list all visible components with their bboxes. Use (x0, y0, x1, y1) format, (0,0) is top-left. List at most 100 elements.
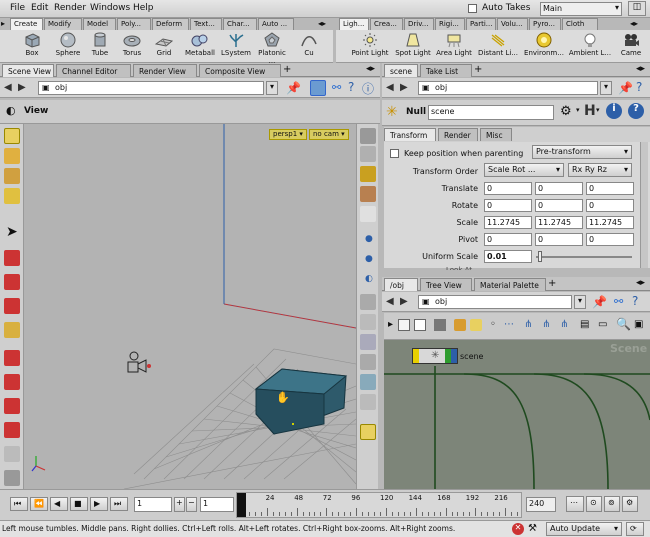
rotate-tool-icon[interactable] (4, 274, 20, 290)
hdk-dropdown-icon[interactable]: ▾ (596, 106, 600, 114)
info-icon[interactable]: ⓘ (362, 80, 374, 97)
pivot-y-field[interactable]: 0 (535, 233, 583, 246)
tool-lsystem[interactable]: LSystem (218, 32, 254, 57)
tool-distant-light[interactable]: Distant Li... (476, 32, 520, 57)
node-info-icon[interactable]: i (606, 103, 622, 119)
tool-point-light[interactable]: Point Light (348, 32, 392, 57)
ghost-icon[interactable] (360, 206, 376, 222)
network-editor[interactable]: ✳ scene Scene (384, 340, 650, 489)
wrench-icon[interactable]: ⚒ (528, 523, 537, 534)
shelf-tab-drive[interactable]: Driv... (404, 18, 434, 30)
shelf-tab-cloth[interactable]: Cloth (562, 18, 598, 30)
scene-path-field[interactable]: ▣ obj (38, 81, 264, 95)
node-help-icon[interactable]: ? (628, 103, 644, 119)
update-mode-menu[interactable]: Auto Update ▾ (546, 522, 622, 536)
link-icon[interactable]: ⚯ (332, 81, 341, 94)
tool-metaball[interactable]: Metaball (182, 32, 218, 57)
gear-dropdown-icon[interactable]: ▾ (576, 106, 580, 114)
tool-spot-light[interactable]: Spot Light (392, 32, 434, 57)
tool-environment-light[interactable]: Environm... (522, 32, 566, 57)
keys-icon[interactable]: ⋯ (566, 496, 584, 512)
shelf-tab-auto[interactable]: Auto ... (258, 18, 294, 30)
timeline-playhead[interactable] (237, 493, 246, 517)
tool-sphere[interactable]: Sphere (50, 32, 86, 57)
rotate-x-field[interactable]: 0 (484, 199, 532, 212)
pane-menu-icon[interactable]: ◂▸ (366, 64, 375, 74)
network-help-icon[interactable]: ? (632, 294, 638, 308)
measure-tool-icon[interactable] (4, 446, 20, 462)
shelf-menu-icon[interactable]: ▸ (1, 19, 5, 28)
tab-channel-editor[interactable]: Channel Editor (56, 64, 131, 77)
param-pane-menu-icon[interactable]: ◂▸ (636, 64, 645, 74)
tool-curve[interactable]: Cu (294, 32, 324, 57)
tab-tree-view[interactable]: Tree View (420, 278, 472, 291)
list-mode-icon[interactable] (398, 319, 410, 331)
scene-node[interactable]: ✳ (412, 348, 458, 364)
cursor-arrow-icon[interactable]: ➤ (6, 224, 18, 240)
handle-tool-icon[interactable] (4, 168, 20, 184)
paint-tool-icon[interactable] (4, 398, 20, 414)
point-display-icon[interactable]: ● (365, 234, 373, 244)
help-icon[interactable]: ? (348, 80, 354, 94)
tool-torus[interactable]: Torus (114, 32, 150, 57)
houdini-logo-icon[interactable]: H (584, 103, 596, 119)
lighting-icon[interactable] (360, 166, 376, 182)
uniform-scale-slider[interactable] (536, 256, 632, 258)
jump-start-icon[interactable]: ⏮ (10, 497, 28, 511)
scale-y-field[interactable]: 11.2745 (535, 216, 583, 229)
node-template-flag-icon[interactable] (451, 349, 457, 363)
increment-frame-icon[interactable]: + (174, 497, 185, 512)
stop-icon[interactable]: ■ (70, 497, 88, 511)
viewport-cube-icon[interactable] (310, 80, 326, 96)
param-scrollbar[interactable] (640, 142, 648, 268)
dependency-icon[interactable]: ◦ (490, 319, 496, 330)
menu-edit[interactable]: Edit (31, 3, 48, 13)
node-name-field[interactable]: scene (428, 105, 554, 120)
param-forward-arrow-icon[interactable]: ▶ (400, 82, 408, 93)
zoom-icon[interactable]: 🔍 (616, 317, 631, 331)
jump-end-icon[interactable]: ⏭ (110, 497, 128, 511)
translate-y-field[interactable]: 0 (535, 182, 583, 195)
tool-platonic[interactable]: Platonic ... (254, 32, 290, 65)
magnet-tool-icon[interactable] (4, 350, 20, 366)
playback-options-icon[interactable]: ⚙ (622, 496, 638, 512)
tab-obj-network[interactable]: /obj (384, 278, 418, 291)
timeline-ruler[interactable]: 124487296120144168192216 (236, 492, 522, 518)
shelf-tab-pyro[interactable]: Pyro... (529, 18, 561, 30)
shelf-tab-rigid[interactable]: Rigi... (435, 18, 465, 30)
flow-icon[interactable]: ⋔ (560, 319, 568, 330)
pivot-tool-icon[interactable] (4, 322, 20, 338)
start-frame-field[interactable]: 1 (134, 497, 172, 512)
add-tab-icon[interactable]: + (283, 64, 291, 75)
scale-z-field[interactable]: 11.2745 (586, 216, 634, 229)
pin-icon[interactable]: 📌 (286, 81, 301, 95)
menu-render[interactable]: Render (54, 3, 86, 13)
decrement-frame-icon[interactable]: − (186, 497, 197, 512)
camera-object-icon[interactable] (127, 351, 151, 373)
play-icon[interactable]: ▶ (90, 497, 108, 511)
tool-tube[interactable]: Tube (82, 32, 118, 57)
grid-snap-icon[interactable] (434, 319, 446, 331)
lasso-tool-icon[interactable] (4, 422, 20, 438)
network-forward-arrow-icon[interactable]: ▶ (400, 296, 408, 307)
rotate-z-field[interactable]: 0 (586, 199, 634, 212)
network-display-icon[interactable]: ▣ (634, 319, 643, 330)
back-arrow-icon[interactable]: ◀ (4, 82, 12, 93)
network-path-dropdown-icon[interactable]: ▾ (574, 295, 586, 309)
network-options-icon[interactable]: ▤ (580, 319, 589, 330)
desktop-menu-button[interactable]: ◫ (628, 1, 646, 16)
shelf-tab-particles[interactable]: Parti... (466, 18, 496, 30)
keep-position-checkbox[interactable] (390, 149, 399, 158)
tool-box[interactable]: Box (14, 32, 50, 57)
tab-scene-view[interactable]: Scene View (2, 64, 54, 77)
network-path-field[interactable]: ▣ obj (418, 295, 572, 309)
network-link-icon[interactable]: ⚯ (614, 295, 623, 308)
add-network-tab-icon[interactable]: + (548, 278, 556, 289)
view-tool-icon[interactable] (4, 148, 20, 164)
pivot-x-field[interactable]: 0 (484, 233, 532, 246)
subtab-transform[interactable]: Transform (384, 128, 436, 141)
shelf-tab-create2[interactable]: Crea... (370, 18, 403, 30)
tab-take-list[interactable]: Take List (420, 64, 472, 77)
scene-viewport[interactable]: ✋ persp1 ▾ no cam ▾ (24, 124, 356, 489)
shelf-tab-poly[interactable]: Poly... (117, 18, 151, 30)
